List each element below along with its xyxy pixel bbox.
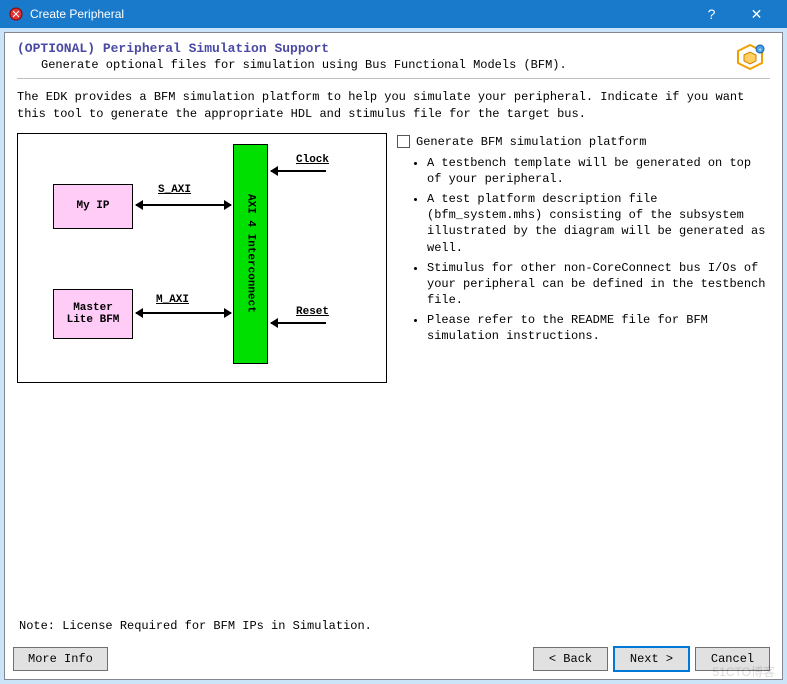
- generate-bfm-checkbox-row[interactable]: Generate BFM simulation platform: [397, 135, 770, 149]
- bfm-diagram: My IP Master Lite BFM AXI 4 Interconnect…: [17, 133, 387, 383]
- svg-text:+: +: [758, 47, 762, 54]
- wizard-panel: (OPTIONAL) Peripheral Simulation Support…: [4, 32, 783, 680]
- diagram-master-bfm: Master Lite BFM: [53, 289, 133, 339]
- label-reset: Reset: [296, 306, 329, 318]
- help-button[interactable]: ?: [689, 0, 734, 28]
- cancel-button[interactable]: Cancel: [695, 647, 770, 671]
- arrow-reset: [271, 322, 326, 324]
- close-button[interactable]: ✕: [734, 0, 779, 28]
- page-description: Generate optional files for simulation u…: [41, 58, 770, 72]
- titlebar: Create Peripheral ? ✕: [0, 0, 787, 28]
- diagram-interconnect: AXI 4 Interconnect: [233, 144, 268, 364]
- diagram-my-ip: My IP: [53, 184, 133, 229]
- app-icon: [8, 6, 24, 22]
- diagram-interconnect-label: AXI 4 Interconnect: [245, 194, 257, 313]
- wizard-icon: +: [730, 41, 770, 85]
- content-area: (OPTIONAL) Peripheral Simulation Support…: [0, 28, 787, 684]
- arrow-clock: [271, 170, 326, 172]
- list-item: Please refer to the README file for BFM …: [427, 312, 770, 344]
- license-note: Note: License Required for BFM IPs in Si…: [19, 619, 372, 633]
- generate-bfm-label: Generate BFM simulation platform: [416, 135, 646, 149]
- back-button[interactable]: < Back: [533, 647, 608, 671]
- list-item: A test platform description file (bfm_sy…: [427, 191, 770, 256]
- main-row: My IP Master Lite BFM AXI 4 Interconnect…: [17, 133, 770, 383]
- list-item: A testbench template will be generated o…: [427, 155, 770, 187]
- options-column: Generate BFM simulation platform A testb…: [397, 133, 770, 383]
- intro-text: The EDK provides a BFM simulation platfo…: [17, 89, 770, 123]
- bfm-notes-list: A testbench template will be generated o…: [427, 155, 770, 345]
- label-s-axi: S_AXI: [158, 184, 191, 196]
- generate-bfm-checkbox[interactable]: [397, 135, 410, 148]
- list-item: Stimulus for other non-CoreConnect bus I…: [427, 260, 770, 309]
- arrow-s-axi: [136, 204, 231, 206]
- page-header: (OPTIONAL) Peripheral Simulation Support…: [17, 41, 770, 79]
- page-title: (OPTIONAL) Peripheral Simulation Support: [17, 41, 770, 56]
- arrow-m-axi: [136, 312, 231, 314]
- label-m-axi: M_AXI: [156, 294, 189, 306]
- label-clock: Clock: [296, 154, 329, 166]
- window-title: Create Peripheral: [30, 7, 689, 21]
- more-info-button[interactable]: More Info: [13, 647, 108, 671]
- next-button[interactable]: Next >: [614, 647, 689, 671]
- button-row: More Info < Back Next > Cancel: [13, 647, 770, 671]
